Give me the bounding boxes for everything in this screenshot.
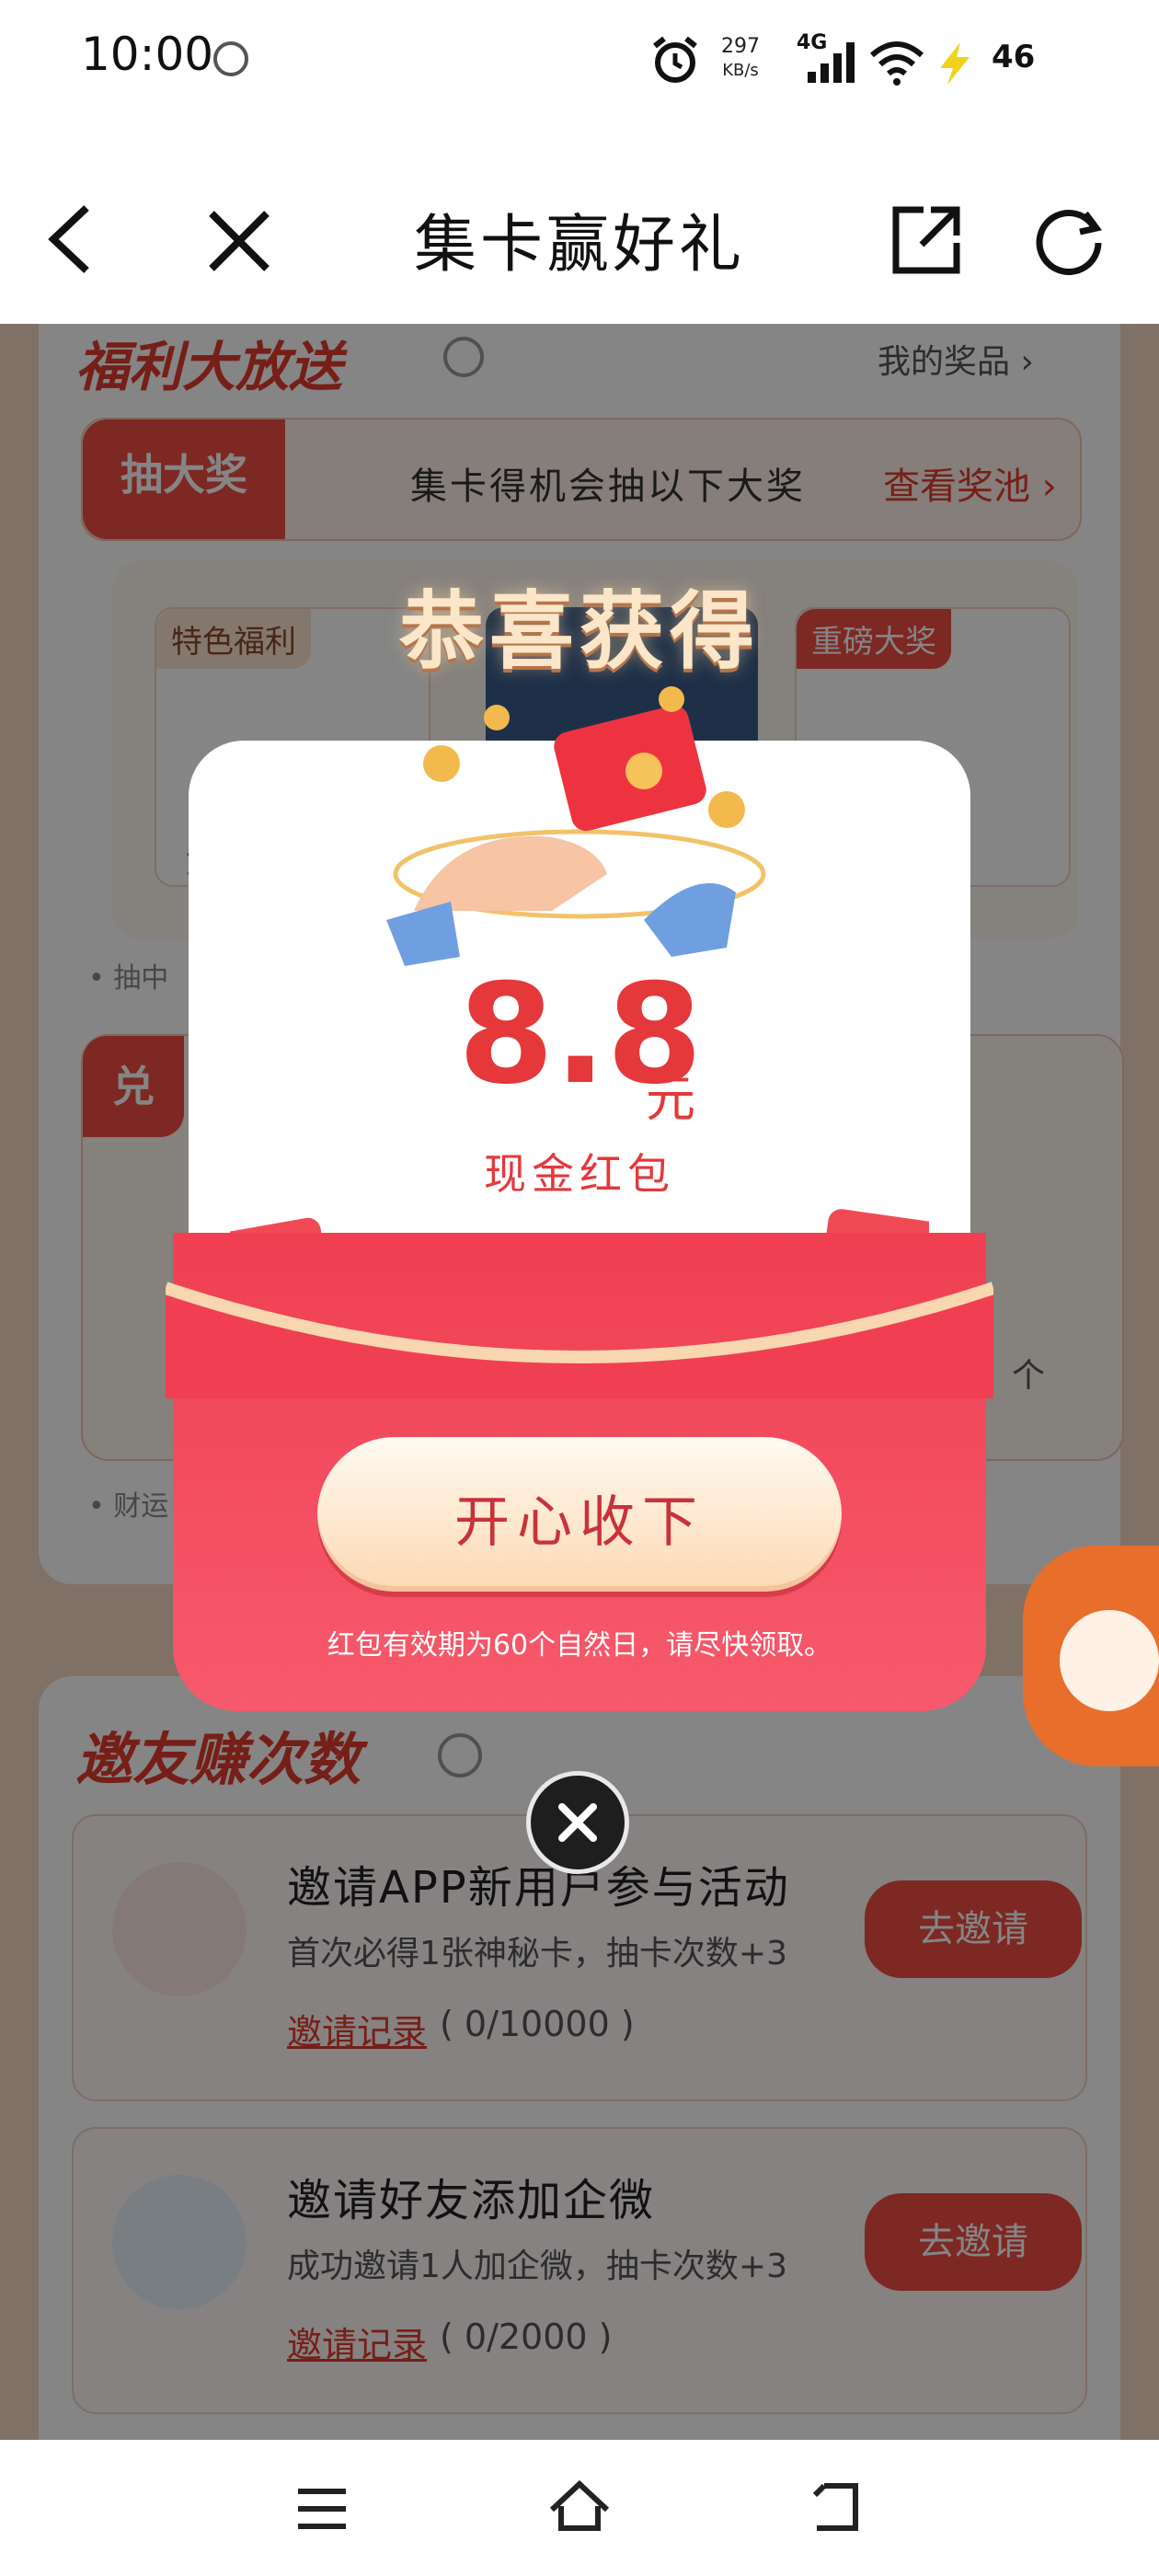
reward-label: 现金红包 bbox=[484, 1149, 675, 1199]
net-speed-unit: KB/s bbox=[722, 61, 759, 80]
accept-reward-label[interactable]: 开心收下 bbox=[317, 1478, 842, 1558]
home-icon[interactable] bbox=[546, 2478, 613, 2534]
reward-unit: 元 bbox=[646, 1070, 695, 1128]
net-speed-value: 297 bbox=[721, 35, 760, 58]
refresh-icon[interactable] bbox=[1030, 201, 1107, 278]
envelope-flap bbox=[166, 1282, 993, 1398]
popup-title: 恭喜获得 bbox=[398, 582, 760, 681]
status-bar: 10:00 297 KB/s 4G 46 bbox=[0, 0, 1159, 120]
red-envelope-illustration bbox=[386, 686, 766, 966]
wifi-icon bbox=[870, 41, 924, 86]
back-nav-icon[interactable] bbox=[809, 2480, 866, 2534]
page-title: 集卡赢好礼 bbox=[413, 209, 745, 282]
status-time: 10:00 bbox=[81, 28, 214, 81]
popup-close-button[interactable] bbox=[526, 1771, 629, 1874]
system-nav-bar bbox=[0, 2440, 1159, 2576]
charging-icon bbox=[940, 42, 970, 85]
net-speed: 297 KB/s bbox=[721, 35, 760, 83]
validity-note: 红包有效期为60个自然日，请尽快领取。 bbox=[327, 1629, 832, 1662]
share-icon[interactable] bbox=[890, 204, 962, 276]
timer-icon bbox=[213, 41, 248, 76]
signal-icon bbox=[808, 42, 855, 83]
alarm-icon bbox=[653, 36, 697, 83]
battery-level: 46 bbox=[992, 39, 1036, 75]
menu-icon[interactable] bbox=[294, 2486, 350, 2532]
close-icon bbox=[558, 1803, 597, 1842]
